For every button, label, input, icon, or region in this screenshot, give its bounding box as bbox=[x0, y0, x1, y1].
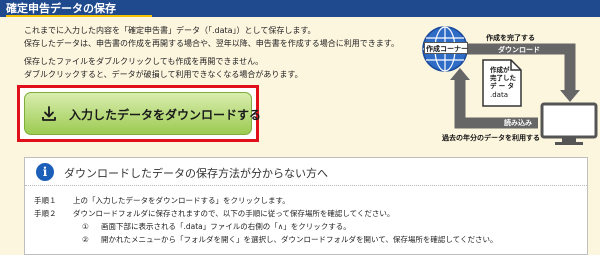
download-button[interactable]: 入力したデータをダウンロードする bbox=[24, 92, 261, 135]
file-label-4: .data bbox=[490, 91, 508, 99]
center-label: 作成コーナー bbox=[426, 45, 468, 53]
load-label: 読み込み bbox=[504, 119, 532, 127]
file-label-3: デ ー タ bbox=[490, 82, 515, 90]
download-flow-label: ダウンロード bbox=[498, 46, 540, 54]
help-box: i ダウンロードしたデータの保存方法が分からない方へ 手順１ 上の「入力したデー… bbox=[24, 157, 588, 255]
step-2-label: 手順２ bbox=[34, 209, 57, 218]
description-line-1: これまでに入力した内容を「確定申告書」データ（「.data」）として保存します。 bbox=[24, 26, 316, 35]
reuse-label: 過去の年分のデータを利用する bbox=[442, 134, 540, 142]
help-box-title: ダウンロードしたデータの保存方法が分からない方へ bbox=[64, 167, 328, 180]
save-flow-diagram: 作成コーナー 作成を完了する ダウンロード 作成が 完了した デ ー タ .da… bbox=[420, 22, 600, 148]
page-header: 確定申告データの保存 bbox=[0, 0, 600, 17]
substep-1-num: ① bbox=[82, 222, 89, 231]
substep-2-num: ② bbox=[82, 235, 89, 244]
step-1-label: 手順１ bbox=[34, 196, 57, 205]
substep-2-text: 開かれたメニューから「フォルダを開く」を選択し、ダウンロードフォルダを開いて、保… bbox=[101, 235, 498, 244]
info-icon: i bbox=[36, 163, 54, 181]
file-label-1: 作成が bbox=[490, 66, 510, 74]
warning-line-2: ダブルクリックすると、データが破損して利用できなくなる場合があります。 bbox=[24, 70, 303, 79]
description-line-2: 保存したデータは、申告書の作成を再開する場合や、翌年以降、申告書を作成する場合に… bbox=[24, 39, 399, 48]
step-2-text: ダウンロードフォルダに保存されますので、以下の手順に従って保存場所を確認してくだ… bbox=[73, 209, 395, 218]
download-icon bbox=[42, 106, 56, 121]
download-button-label: 入力したデータをダウンロードする bbox=[69, 108, 262, 122]
title-underline bbox=[6, 15, 152, 17]
download-button-highlight: 入力したデータをダウンロードする bbox=[17, 85, 261, 142]
file-label-2: 完了した bbox=[490, 74, 516, 82]
step-1-text: 上の「入力したデータをダウンロードする」をクリックします。 bbox=[73, 196, 290, 205]
help-box-header: i ダウンロードしたデータの保存方法が分からない方へ bbox=[25, 158, 587, 186]
page-title: 確定申告データの保存 bbox=[6, 2, 116, 15]
finish-label: 作成を完了する bbox=[486, 34, 535, 42]
warning-line-1: 保存したファイルをダブルクリックしても作成を再開できません。 bbox=[24, 57, 264, 66]
substep-1-text: 画面下部に表示される「.data」ファイルの右側の「∧」をクリックする。 bbox=[101, 222, 351, 231]
monitor-icon bbox=[540, 102, 598, 146]
